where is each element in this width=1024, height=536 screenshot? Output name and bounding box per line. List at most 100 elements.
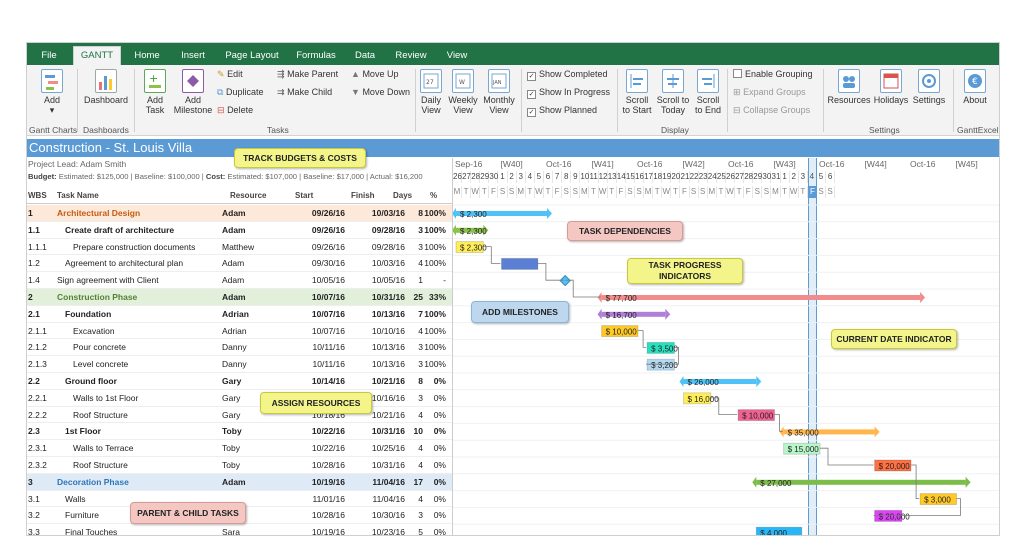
table-row[interactable]: 2.3.2 Roof Structure Toby 10/28/16 10/31/16 4… [27, 457, 452, 474]
duplicate-icon: ⧉ [217, 87, 224, 97]
about-button[interactable]: € About [959, 69, 991, 105]
days-cell: 3 [418, 241, 423, 252]
group-label-settings: Settings [869, 125, 900, 135]
show-planned-checkbox[interactable]: ✓ Show Planned [527, 105, 597, 117]
days-cell: 17 [413, 476, 423, 487]
add-task-button[interactable]: + Add Task [139, 69, 171, 115]
tab-gantt[interactable]: GANTT [73, 46, 121, 65]
resource-cell: Adam [222, 258, 245, 269]
tab-page-layout[interactable]: Page Layout [219, 47, 285, 65]
enable-grouping-checkbox[interactable]: Enable Grouping [733, 69, 813, 80]
move-up-button[interactable]: ▲ Move Up [351, 69, 398, 80]
add-gantt-button[interactable]: Add ▾ [35, 69, 69, 115]
table-row[interactable]: 2.1 Foundation Adrian 10/07/16 10/13/16 7 100% [27, 306, 452, 323]
resource-cell: Matthew [222, 241, 255, 252]
group-label-display: Display [661, 125, 689, 135]
percent-cell: - [443, 275, 446, 286]
days-cell: 4 [418, 409, 423, 420]
make-parent-button[interactable]: ⇶ Make Parent [277, 69, 338, 80]
tab-file[interactable]: File [35, 47, 63, 65]
table-row[interactable]: 1 Architectural Design Adam 09/26/16 10/03/1… [27, 205, 452, 222]
percent-cell: 0% [433, 409, 446, 420]
dashboard-button[interactable]: Dashboard [81, 69, 131, 105]
duplicate-button[interactable]: ⧉ Duplicate [217, 87, 263, 98]
resource-cell: Sara [222, 527, 240, 536]
wbs-cell: 2.3 [28, 426, 40, 437]
milestone-icon [182, 69, 204, 93]
settings-button[interactable]: Settings [911, 69, 947, 105]
bar-cost-label: $ 4,000 [760, 529, 787, 536]
summary-bar-end [965, 476, 971, 488]
wbs-cell: 1.4 [28, 275, 40, 286]
tab-view[interactable]: View [439, 47, 475, 65]
header-days[interactable]: Days [393, 188, 412, 204]
edit-button[interactable]: ✎ Edit [217, 69, 243, 80]
table-row[interactable]: 3.3 Final Touches Sara 10/19/16 10/23/16 5 0% [27, 524, 452, 536]
start-date-cell: 10/22/16 [311, 426, 345, 437]
milestone-marker[interactable] [559, 274, 571, 287]
task-bar[interactable] [501, 257, 539, 270]
task-table-header: WBS Task Name Resource Start Finish Days… [27, 188, 452, 204]
table-row[interactable]: 2.1.3 Level concrete Danny 10/11/16 10/13/16… [27, 356, 452, 373]
header-resource[interactable]: Resource [230, 188, 266, 204]
percent-cell: 0% [433, 460, 446, 470]
task-name-cell: Level concrete [73, 359, 129, 370]
table-row[interactable]: 2.2.2 Roof Structure Gary 10/18/16 10/21/16 4… [27, 407, 452, 424]
summary-bar-end [756, 376, 762, 387]
show-completed-checkbox[interactable]: ✓ Show Completed [527, 69, 608, 81]
wbs-cell: 3 [28, 476, 33, 487]
tab-formulas[interactable]: Formulas [291, 47, 341, 65]
wbs-cell: 2.2 [28, 376, 40, 386]
move-down-button[interactable]: ▼ Move Down [351, 87, 410, 98]
table-row[interactable]: 2 Construction Phase Adam 10/07/16 10/31/16 2… [27, 289, 452, 306]
task-name-cell: Foundation [65, 308, 112, 319]
holidays-button[interactable]: Holidays [873, 69, 909, 105]
people-icon [838, 69, 860, 93]
summary-bar[interactable] [601, 295, 921, 300]
show-in-progress-checkbox[interactable]: ✓ Show In Progress [527, 87, 610, 99]
header-percent[interactable]: % [430, 188, 437, 204]
start-date-cell: 10/07/16 [311, 308, 345, 319]
scroll-to-start-button[interactable]: Scroll to Start [621, 69, 653, 115]
start-date-cell: 10/28/16 [311, 460, 345, 470]
collapse-groups-button[interactable]: ⊟ Collapse Groups [733, 105, 810, 116]
scroll-to-today-button[interactable]: Scroll to Today [655, 69, 691, 115]
header-task-name[interactable]: Task Name [57, 188, 99, 204]
tab-review[interactable]: Review [389, 47, 433, 65]
table-row[interactable]: 2.2 Ground floor Gary 10/14/16 10/21/16 8 0% [27, 373, 452, 390]
weekly-view-button[interactable]: W Weekly View [447, 69, 479, 115]
expand-groups-button[interactable]: ⊞ Expand Groups [733, 87, 806, 98]
table-row[interactable]: 3 Decoration Phase Adam 10/19/16 11/04/16 17 0… [27, 473, 452, 491]
group-label-tasks: Tasks [267, 125, 289, 135]
task-name-cell: Create draft of architecture [65, 224, 175, 235]
header-start[interactable]: Start [295, 188, 313, 204]
resource-cell: Danny [222, 342, 247, 353]
tab-data[interactable]: Data [347, 47, 383, 65]
table-row[interactable]: 1.4 Sign agreement with Client Adam 10/05/1… [27, 272, 452, 289]
table-row[interactable]: 1.1.1 Prepare construction documents Matth… [27, 239, 452, 256]
project-title: Construction - St. Louis Villa [27, 139, 999, 157]
add-milestone-button[interactable]: Add Milestone [173, 69, 213, 115]
delete-button[interactable]: ⊟ Delete [217, 105, 253, 116]
header-wbs[interactable]: WBS [28, 188, 47, 204]
make-child-button[interactable]: ⇉ Make Child [277, 87, 332, 98]
table-row[interactable]: 2.1.1 Excavation Adrian 10/07/16 10/10/16 4 10… [27, 323, 452, 340]
header-finish[interactable]: Finish [351, 188, 375, 204]
percent-cell: 33% [428, 292, 446, 302]
bar-cost-label: $ 15,000 [788, 445, 820, 454]
table-row[interactable]: 2.3.1 Walls to Terrace Toby 10/22/16 10/25/1… [27, 440, 452, 457]
resources-button[interactable]: Resources [827, 69, 871, 105]
tab-insert[interactable]: Insert [173, 47, 213, 65]
monthly-view-button[interactable]: JAN Monthly View [481, 69, 517, 115]
task-name-cell: Roof Structure [73, 409, 128, 420]
table-row[interactable]: 2.2.1Walls to 1st FloorGary10/14/1610/16… [27, 390, 452, 407]
table-row[interactable]: 1.1 Create draft of architecture Adam 09/26… [27, 222, 452, 239]
tab-home[interactable]: Home [127, 47, 167, 65]
scroll-to-end-button[interactable]: Scroll to End [693, 69, 723, 115]
table-row[interactable]: 1.2 Agreement to architectural plan Adam 09… [27, 255, 452, 273]
daily-view-button[interactable]: 27 Daily View [417, 69, 445, 115]
table-row[interactable]: 2.1.2 Pour concrete Danny 10/11/16 10/13/16 3… [27, 339, 452, 357]
wbs-cell: 3.1 [28, 493, 40, 504]
table-row[interactable]: 2.3 1st Floor Toby 10/22/16 10/31/16 10 0% [27, 423, 452, 441]
percent-cell: 100% [424, 359, 446, 370]
